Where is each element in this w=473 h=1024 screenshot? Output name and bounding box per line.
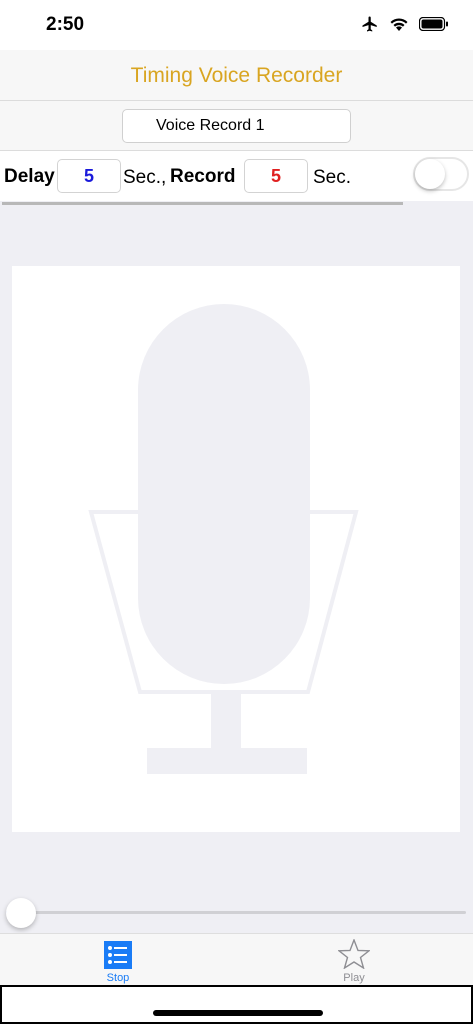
delay-unit-label: Sec.,	[123, 167, 167, 188]
star-icon	[338, 939, 370, 969]
timer-toggle[interactable]	[413, 157, 469, 191]
slider-thumb[interactable]	[6, 898, 36, 928]
record-name-row: Voice Record 1	[0, 101, 473, 151]
tab-bar: Stop Play	[0, 933, 473, 985]
page-title: Timing Voice Recorder	[130, 64, 343, 87]
wifi-icon	[390, 18, 408, 31]
microphone-panel	[12, 266, 460, 832]
airplane-icon	[362, 16, 377, 32]
home-indicator[interactable]	[153, 1010, 323, 1016]
record-progress-bar	[2, 202, 403, 205]
timing-row: Delay 5 Sec., Record 5 Sec.	[0, 151, 473, 201]
record-unit-label: Sec.	[313, 167, 352, 188]
tab-play-label: Play	[343, 972, 365, 984]
toggle-knob[interactable]	[415, 159, 445, 189]
tab-stop-label: Stop	[106, 972, 130, 984]
slider-track[interactable]	[6, 911, 466, 914]
delay-label: Delay	[4, 166, 55, 187]
status-time: 2:50	[46, 14, 85, 35]
status-bar: 2:50	[0, 0, 473, 50]
delay-input[interactable]: 5	[57, 159, 121, 193]
status-icons	[361, 15, 449, 33]
microphone-icon	[88, 304, 359, 774]
record-label: Record	[170, 166, 236, 187]
record-name-field[interactable]: Voice Record 1	[122, 109, 351, 143]
record-duration-input[interactable]: 5	[244, 159, 308, 193]
battery-icon	[419, 17, 448, 31]
nav-bar: Timing Voice Recorder	[0, 50, 473, 101]
tab-stop[interactable]: Stop	[58, 934, 178, 986]
home-indicator-area	[0, 985, 473, 1024]
playback-slider[interactable]	[6, 896, 466, 930]
tab-play[interactable]: Play	[294, 934, 414, 986]
list-icon	[104, 941, 132, 969]
